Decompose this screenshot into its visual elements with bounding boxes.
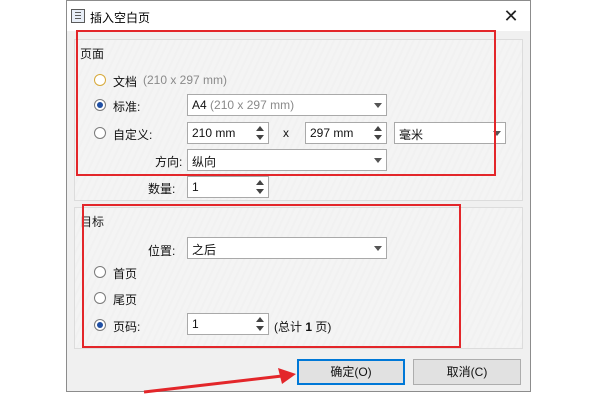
count-value: 1 — [192, 180, 199, 194]
ok-button[interactable]: 确定(O) — [297, 359, 405, 385]
count-stepper[interactable]: 1 — [187, 176, 269, 198]
cancel-button[interactable]: 取消(C) — [413, 359, 521, 385]
annotation-arrow — [143, 368, 296, 394]
stepper-up-icon[interactable] — [256, 180, 264, 185]
close-icon[interactable]: ✕ — [500, 5, 522, 27]
title-bar: 插入空白页 ✕ — [67, 1, 530, 31]
app-icon — [71, 9, 85, 23]
stepper-down-icon[interactable] — [256, 189, 264, 194]
dialog-title: 插入空白页 — [90, 11, 151, 25]
page-settings-highlight — [76, 30, 496, 176]
target-settings-highlight — [82, 204, 461, 348]
count-label: 数量: — [148, 182, 176, 196]
